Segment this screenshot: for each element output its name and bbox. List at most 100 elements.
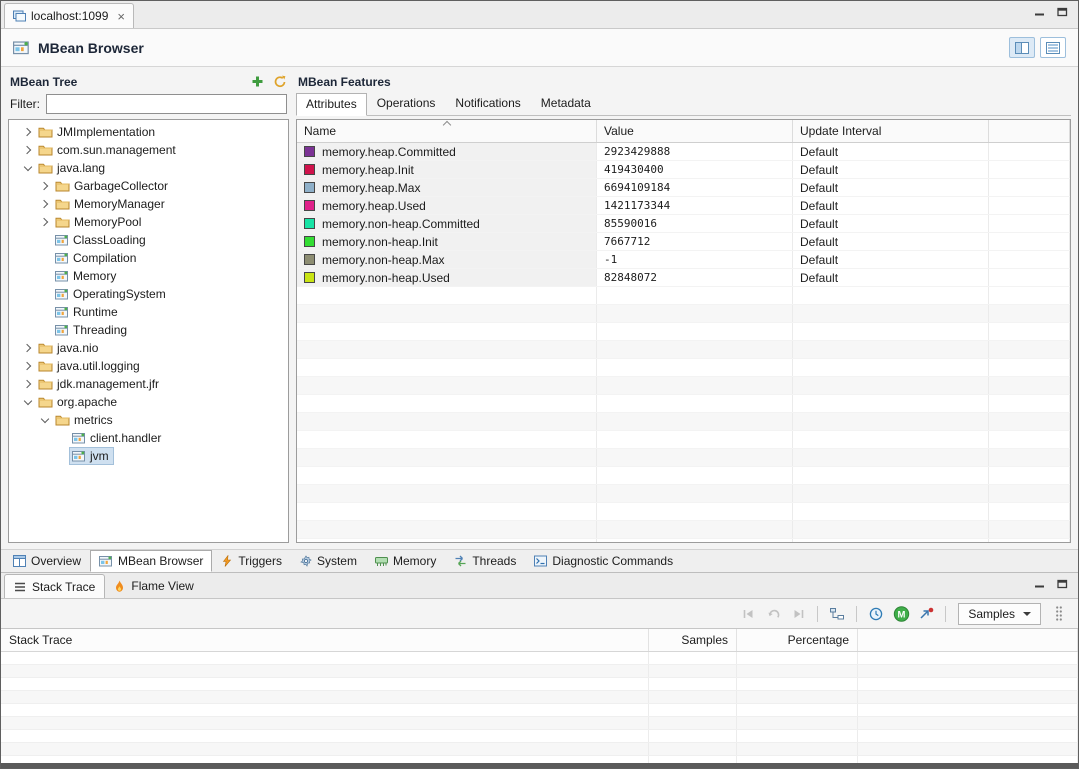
tree-item-jmimplementation[interactable]: JMImplementation xyxy=(9,123,288,141)
tree-item-runtime[interactable]: Runtime xyxy=(9,303,288,321)
tab-operations[interactable]: Operations xyxy=(367,92,446,115)
overflow-menu-button[interactable] xyxy=(1048,603,1070,624)
tree-item-operatingsystem[interactable]: OperatingSystem xyxy=(9,285,288,303)
minimize-icon[interactable] xyxy=(1034,7,1045,17)
view-tab-memory[interactable]: Memory xyxy=(366,550,445,572)
empty-cell xyxy=(597,359,793,376)
tree-item-memorypool[interactable]: MemoryPool xyxy=(9,213,288,231)
attribute-empty-cell xyxy=(989,197,1070,214)
tree-item-metrics[interactable]: metrics xyxy=(9,411,288,429)
tab-flame-view[interactable]: Flame View xyxy=(105,574,202,598)
editor-tab-localhost[interactable]: localhost:1099 × xyxy=(4,3,134,28)
close-icon[interactable]: × xyxy=(117,9,125,24)
tree-layout-button[interactable] xyxy=(826,603,848,624)
mbean-features-panel: MBean Features AttributesOperationsNotif… xyxy=(296,71,1071,543)
expand-arrow-icon[interactable] xyxy=(21,363,35,369)
collapse-arrow-icon[interactable] xyxy=(21,400,35,404)
tree-item-java-nio[interactable]: java.nio xyxy=(9,339,288,357)
refresh-icon[interactable] xyxy=(273,75,287,88)
column-header-value[interactable]: Value xyxy=(597,120,793,142)
attributes-body: memory.heap.Committed2923429888Defaultme… xyxy=(297,143,1070,542)
tree-item-compilation[interactable]: Compilation xyxy=(9,249,288,267)
nav-forward-button[interactable] xyxy=(787,603,809,624)
tree-item-content: jdk.management.jfr xyxy=(35,375,164,393)
tab-notifications[interactable]: Notifications xyxy=(445,92,530,115)
overflow-icon xyxy=(1055,605,1063,622)
tree-item-java-util-logging[interactable]: java.util.logging xyxy=(9,357,288,375)
tree-item-jvm[interactable]: jvm xyxy=(9,447,288,465)
tree-item-memory[interactable]: Memory xyxy=(9,267,288,285)
column-header-percentage[interactable]: Percentage xyxy=(737,629,858,651)
tree-item-classloading[interactable]: ClassLoading xyxy=(9,231,288,249)
view-tab-triggers[interactable]: Triggers xyxy=(212,550,291,572)
series-color-chip xyxy=(304,146,315,157)
view-tab-system[interactable]: System xyxy=(291,550,366,572)
column-header-update-interval[interactable]: Update Interval xyxy=(793,120,989,142)
method-profiling-button[interactable]: M xyxy=(890,603,912,624)
column-header-stack-trace[interactable]: Stack Trace xyxy=(1,629,649,651)
attribute-row[interactable]: memory.non-heap.Committed85590016Default xyxy=(297,215,1070,233)
attribute-row[interactable]: memory.heap.Max6694109184Default xyxy=(297,179,1070,197)
attribute-value-cell: 7667712 xyxy=(597,233,793,250)
nav-reset-button[interactable] xyxy=(762,603,784,624)
expand-arrow-icon[interactable] xyxy=(21,381,35,387)
tree-item-label: metrics xyxy=(74,413,113,427)
expand-arrow-icon[interactable] xyxy=(21,147,35,153)
view-tab-threads[interactable]: Threads xyxy=(445,550,525,572)
tree-item-garbagecollector[interactable]: GarbageCollector xyxy=(9,177,288,195)
minimize-icon[interactable] xyxy=(1034,579,1045,589)
expand-arrow-icon[interactable] xyxy=(21,129,35,135)
tab-stack-trace[interactable]: Stack Trace xyxy=(4,574,105,598)
filter-input[interactable] xyxy=(46,94,287,114)
expand-arrow-icon[interactable] xyxy=(21,345,35,351)
nav-back-button[interactable] xyxy=(737,603,759,624)
collapse-arrow-icon[interactable] xyxy=(38,418,52,422)
tree-item-content: java.util.logging xyxy=(35,357,145,375)
mbean-tree-panel: MBean Tree Filter: JMImplementationcom.s… xyxy=(8,71,289,543)
attribute-row[interactable]: memory.heap.Init419430400Default xyxy=(297,161,1070,179)
layout-list-button[interactable] xyxy=(1040,37,1066,58)
column-header-samples[interactable]: Samples xyxy=(649,629,737,651)
attribute-row[interactable]: memory.heap.Used1421173344Default xyxy=(297,197,1070,215)
attribute-row[interactable]: memory.non-heap.Max-1Default xyxy=(297,251,1070,269)
tree-item-org-apache[interactable]: org.apache xyxy=(9,393,288,411)
maximize-icon[interactable] xyxy=(1057,579,1068,589)
expand-arrow-icon[interactable] xyxy=(38,183,52,189)
samples-dropdown[interactable]: Samples xyxy=(958,603,1041,625)
tab-attributes[interactable]: Attributes xyxy=(296,93,367,116)
attribute-update-interval-cell: Default xyxy=(793,233,989,250)
tab-metadata[interactable]: Metadata xyxy=(531,92,601,115)
tree-item-jdk-management-jfr[interactable]: jdk.management.jfr xyxy=(9,375,288,393)
empty-cell xyxy=(297,395,597,412)
folder-icon xyxy=(38,144,53,156)
attribute-row[interactable]: memory.non-heap.Init7667712Default xyxy=(297,233,1070,251)
add-icon[interactable] xyxy=(251,75,264,88)
tree-item-client-handler[interactable]: client.handler xyxy=(9,429,288,447)
view-tab-mbean-browser[interactable]: MBean Browser xyxy=(90,550,212,572)
trace-button[interactable] xyxy=(915,603,937,624)
empty-cell xyxy=(649,717,737,729)
tree-item-content: com.sun.management xyxy=(35,141,181,159)
empty-cell xyxy=(793,377,989,394)
layout-columns-button[interactable] xyxy=(1009,37,1035,58)
view-tab-diagnostic-commands[interactable]: Diagnostic Commands xyxy=(525,550,682,572)
column-header-name[interactable]: Name xyxy=(297,120,597,142)
empty-cell xyxy=(793,413,989,430)
empty-cell xyxy=(1,756,649,763)
attribute-value-cell: 6694109184 xyxy=(597,179,793,196)
collapse-arrow-icon[interactable] xyxy=(21,166,35,170)
attribute-row[interactable]: memory.non-heap.Used82848072Default xyxy=(297,269,1070,287)
clock-button[interactable] xyxy=(865,603,887,624)
tree-item-memorymanager[interactable]: MemoryManager xyxy=(9,195,288,213)
view-tab-overview[interactable]: Overview xyxy=(4,550,90,572)
maximize-icon[interactable] xyxy=(1057,7,1068,17)
tree-item-threading[interactable]: Threading xyxy=(9,321,288,339)
expand-arrow-icon[interactable] xyxy=(38,219,52,225)
attribute-name: memory.heap.Init xyxy=(322,163,414,177)
expand-arrow-icon[interactable] xyxy=(38,201,52,207)
tree-item-java-lang[interactable]: java.lang xyxy=(9,159,288,177)
column-header-empty xyxy=(989,120,1070,142)
attribute-row[interactable]: memory.heap.Committed2923429888Default xyxy=(297,143,1070,161)
tree-item-com-sun-management[interactable]: com.sun.management xyxy=(9,141,288,159)
empty-cell xyxy=(989,359,1070,376)
